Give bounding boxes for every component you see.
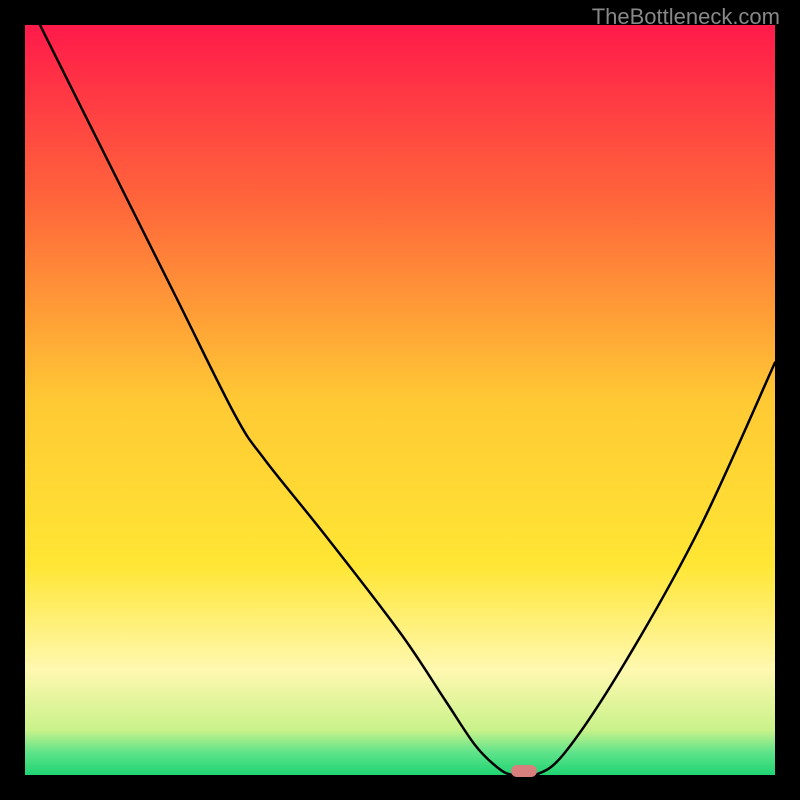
chart-frame: TheBottleneck.com [0, 0, 800, 800]
watermark-text: TheBottleneck.com [592, 4, 780, 30]
bottleneck-curve [25, 25, 775, 775]
plot-area [25, 25, 775, 775]
bottleneck-marker [511, 765, 537, 777]
